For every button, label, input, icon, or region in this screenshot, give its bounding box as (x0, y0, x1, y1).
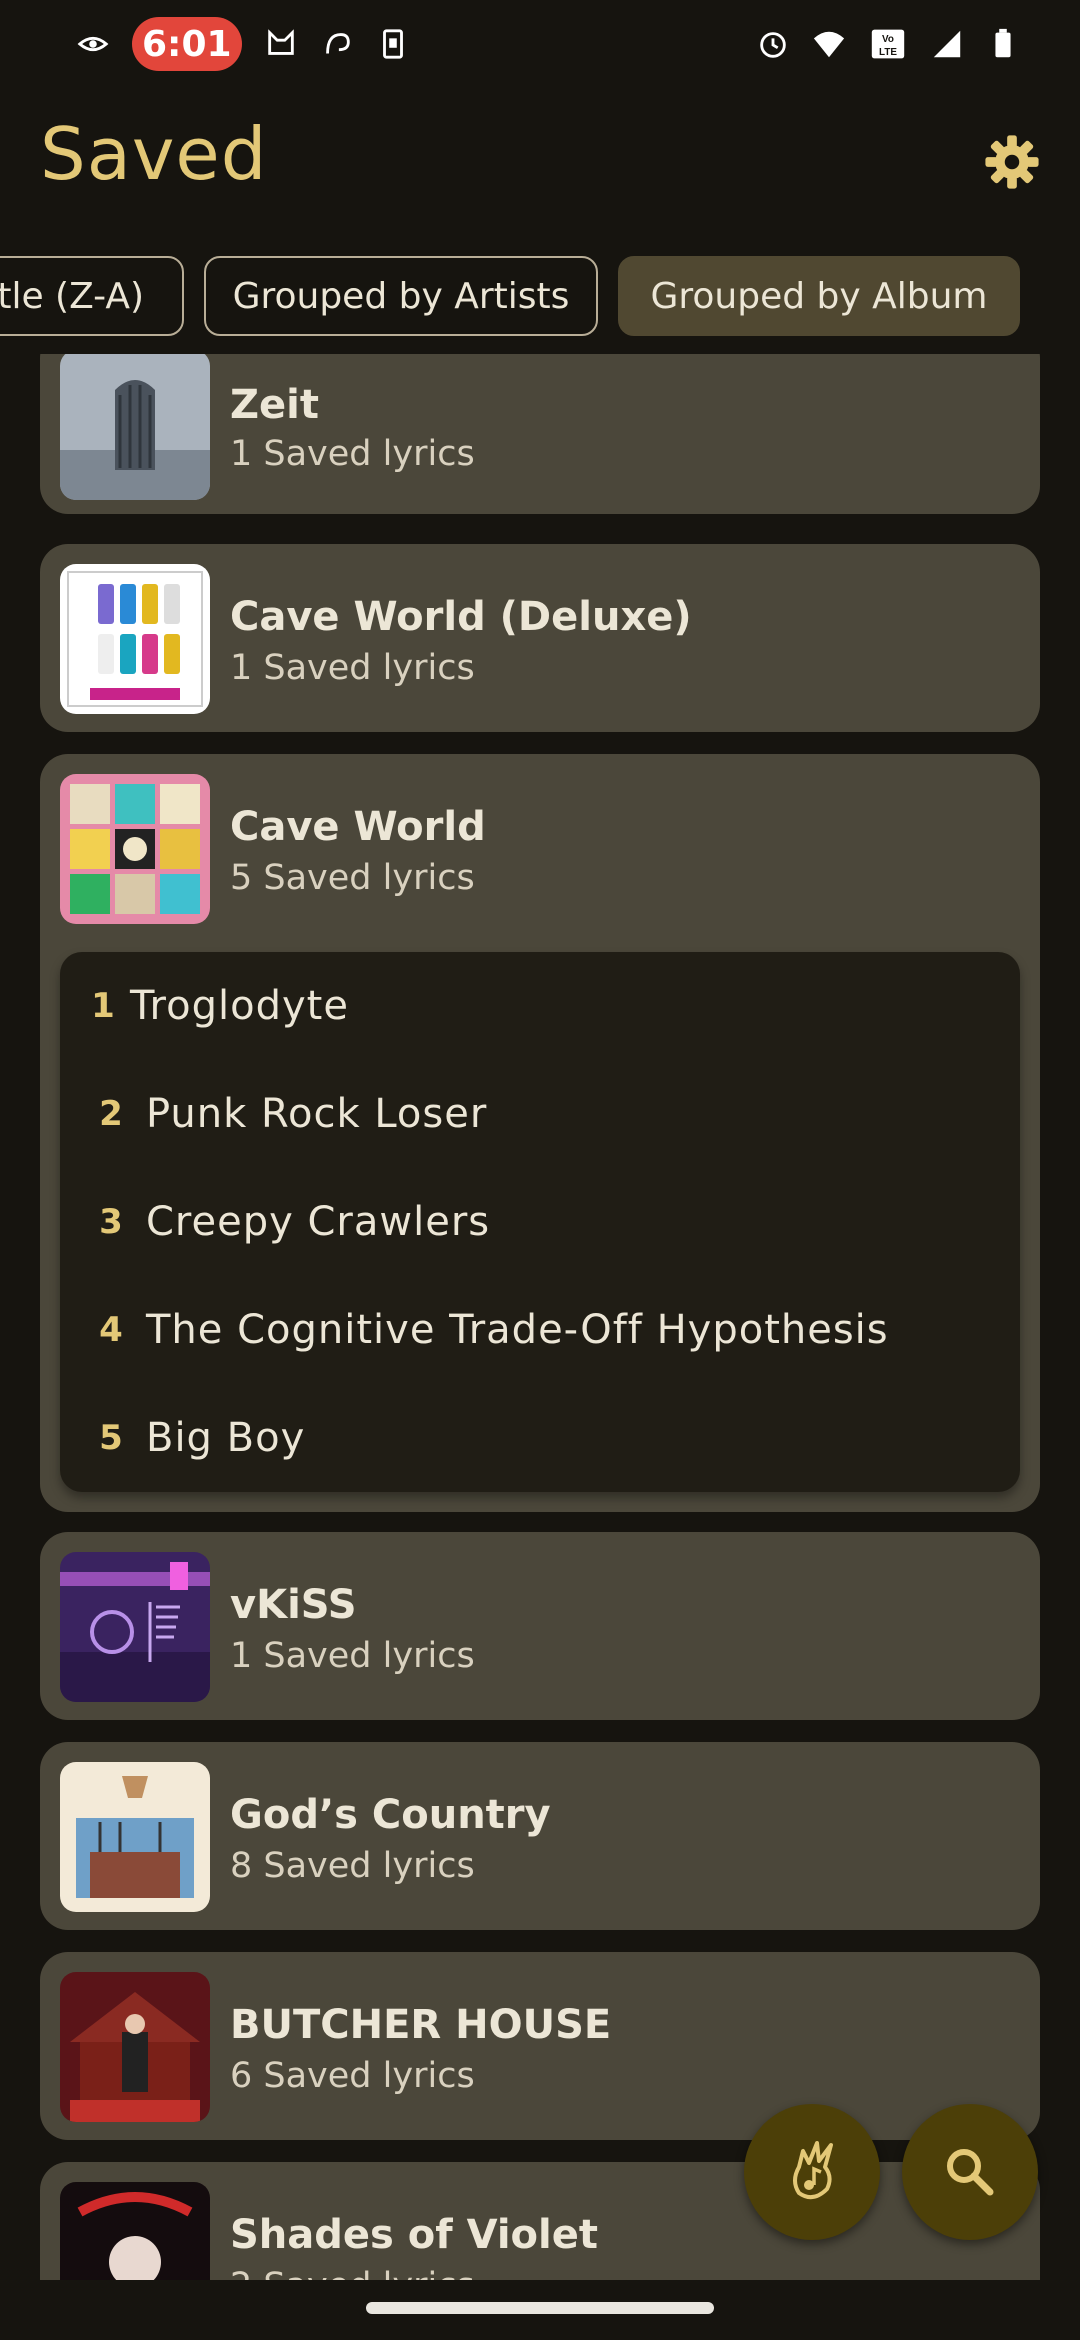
page-title: Saved (40, 112, 268, 196)
album-subtitle: 8 Saved lyrics (230, 1846, 475, 1886)
album-subtitle: 5 Saved lyrics (230, 858, 475, 898)
swirl-icon (320, 27, 354, 61)
search-button[interactable] (902, 2104, 1038, 2240)
track-number: 4 (99, 1310, 123, 1350)
cat-icon (264, 27, 298, 61)
chip-title-z-a[interactable]: Title (Z-A) (0, 256, 184, 336)
track-name: The Cognitive Trade-Off Hypothesis (146, 1307, 889, 1353)
track-row[interactable]: 5 Big Boy (60, 1398, 1020, 1478)
track-number: 2 (99, 1094, 123, 1134)
alarm-icon (756, 27, 790, 61)
album-title: Shades of Violet (230, 2212, 598, 2258)
track-row[interactable]: 1 Troglodyte (60, 966, 1020, 1046)
album-subtitle: 6 Saved lyrics (230, 2056, 475, 2096)
album-card-gods-country[interactable]: God’s Country 8 Saved lyrics (40, 1742, 1040, 1930)
chip-label: Grouped by Album (650, 275, 988, 317)
status-right: Vo LTE (756, 27, 1020, 61)
album-subtitle: 1 Saved lyrics (230, 434, 475, 474)
track-name: Punk Rock Loser (146, 1091, 488, 1137)
battery-icon (986, 27, 1020, 61)
album-title: BUTCHER HOUSE (230, 2002, 612, 2048)
track-row[interactable]: 3 Creepy Crawlers (60, 1182, 1020, 1262)
album-title: God’s Country (230, 1792, 551, 1838)
status-left: 6:01 (76, 17, 410, 71)
album-art (60, 354, 210, 500)
album-card-cave-world[interactable]: Cave World 5 Saved lyrics 1 Troglodyte 2… (40, 754, 1040, 1512)
track-list: 1 Troglodyte 2 Punk Rock Loser 3 Creepy … (60, 952, 1020, 1492)
signal-icon (930, 27, 964, 61)
track-number: 3 (99, 1202, 123, 1242)
album-list[interactable]: Zeit 1 Saved lyrics Cave World (Deluxe) … (0, 354, 1080, 2280)
chip-grouped-by-album[interactable]: Grouped by Album (618, 256, 1020, 336)
album-title: Cave World (Deluxe) (230, 594, 692, 640)
album-title: vKiSS (230, 1582, 357, 1628)
album-subtitle: 1 Saved lyrics (230, 1636, 475, 1676)
chip-label: Grouped by Artists (232, 275, 570, 317)
clock: 6:01 (132, 17, 242, 71)
track-name: Big Boy (146, 1415, 306, 1461)
chip-grouped-by-artists[interactable]: Grouped by Artists (204, 256, 598, 336)
wifi-icon (812, 27, 846, 61)
gear-icon (985, 135, 1039, 189)
album-subtitle: 2 Saved lyrics (230, 2266, 475, 2280)
filter-chips: Title (Z-A) Grouped by Artists Grouped b… (0, 256, 1080, 336)
album-art (60, 1552, 210, 1702)
home-indicator[interactable] (366, 2302, 714, 2314)
album-art (60, 2182, 210, 2280)
identify-song-button[interactable] (744, 2104, 880, 2240)
track-number: 5 (99, 1418, 123, 1458)
album-card-zeit[interactable]: Zeit 1 Saved lyrics (40, 354, 1040, 514)
album-art (60, 564, 210, 714)
track-name: Troglodyte (130, 983, 349, 1029)
album-title: Zeit (230, 382, 319, 428)
album-card-cave-world-deluxe[interactable]: Cave World (Deluxe) 1 Saved lyrics (40, 544, 1040, 732)
svg-text:LTE: LTE (879, 47, 897, 58)
album-card-vkiss[interactable]: vKiSS 1 Saved lyrics (40, 1532, 1040, 1720)
album-art (60, 774, 210, 924)
track-row[interactable]: 4 The Cognitive Trade-Off Hypothesis (60, 1290, 1020, 1370)
search-icon (947, 2149, 994, 2196)
track-name: Creepy Crawlers (146, 1199, 491, 1245)
track-row[interactable]: 2 Punk Rock Loser (60, 1074, 1020, 1154)
chip-label: Title (Z-A) (0, 275, 144, 317)
svg-text:Vo: Vo (882, 34, 894, 45)
eye-icon (76, 27, 110, 61)
status-bar: 6:01 Vo LTE (0, 0, 1080, 88)
track-number: 1 (91, 986, 115, 1026)
album-art (60, 1972, 210, 2122)
album-card-shades-of-violet[interactable]: Shades of Violet 2 Saved lyrics (40, 2162, 1040, 2280)
album-subtitle: 1 Saved lyrics (230, 648, 475, 688)
volte-icon: Vo LTE (868, 27, 908, 61)
album-title: Cave World (230, 804, 486, 850)
album-card-butcher-house[interactable]: BUTCHER HOUSE 6 Saved lyrics (40, 1952, 1040, 2140)
album-art (60, 1762, 210, 1912)
music-meteor-icon (793, 2141, 833, 2200)
settings-button[interactable] (976, 126, 1048, 198)
sim-icon (376, 27, 410, 61)
